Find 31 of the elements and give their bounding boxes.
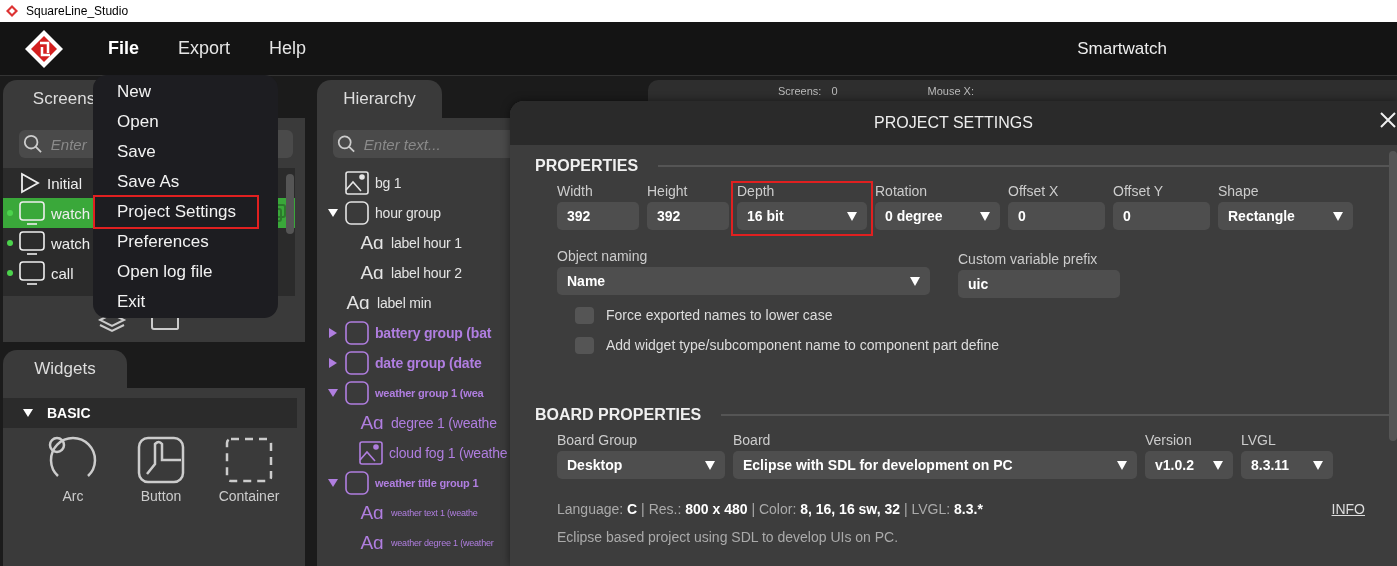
field-label: Offset X <box>1008 183 1060 199</box>
screens-count: 0 <box>831 85 838 97</box>
field-label: Depth <box>737 183 776 199</box>
board-info: Language: C | Res.: 800 x 480 | Color: 8, 16, 16 sw, 32 | LVGL: 8.3.* <box>557 501 983 517</box>
screens-count-label: Screens: <box>778 85 822 97</box>
field-label: LVGL <box>1241 432 1277 448</box>
field-label: Object naming <box>557 248 649 264</box>
checkbox-label: Force exported names to lower case <box>606 307 833 323</box>
field-label: Custom variable prefix <box>958 251 1099 267</box>
window-title: SquareLine_Studio <box>26 4 129 18</box>
field-label: Offset Y <box>1113 183 1165 199</box>
field-label: Version <box>1145 432 1193 448</box>
label-icon: Aɑ <box>359 412 385 434</box>
dialog-title: PROJECT SETTINGS <box>874 114 1033 132</box>
field-label: Rotation <box>875 183 929 199</box>
field-label: Width <box>557 183 594 199</box>
mouse-x-label: Mouse X: <box>927 85 974 97</box>
label-icon: Aɑ <box>359 532 385 554</box>
label-icon: Aɑ <box>359 262 385 284</box>
label-icon: Aɑ <box>359 502 385 524</box>
field-label: Height <box>647 183 689 199</box>
project-name: Smartwatch <box>1077 38 1167 59</box>
checkbox-label: Add widget type/subcomponent name to component part define <box>606 337 1000 353</box>
board-description: Eclipse based project using SDL to develop UIs on PC. <box>556 529 900 545</box>
section-title: BOARD PROPERTIES <box>535 406 702 424</box>
field-label: Shape <box>1218 183 1260 199</box>
field-label: Board Group <box>557 432 639 448</box>
section-title: PROPERTIES <box>535 157 639 175</box>
label-icon: Aɑ <box>345 292 371 314</box>
label-icon: Aɑ <box>359 232 385 254</box>
field-label: Board <box>733 432 772 448</box>
